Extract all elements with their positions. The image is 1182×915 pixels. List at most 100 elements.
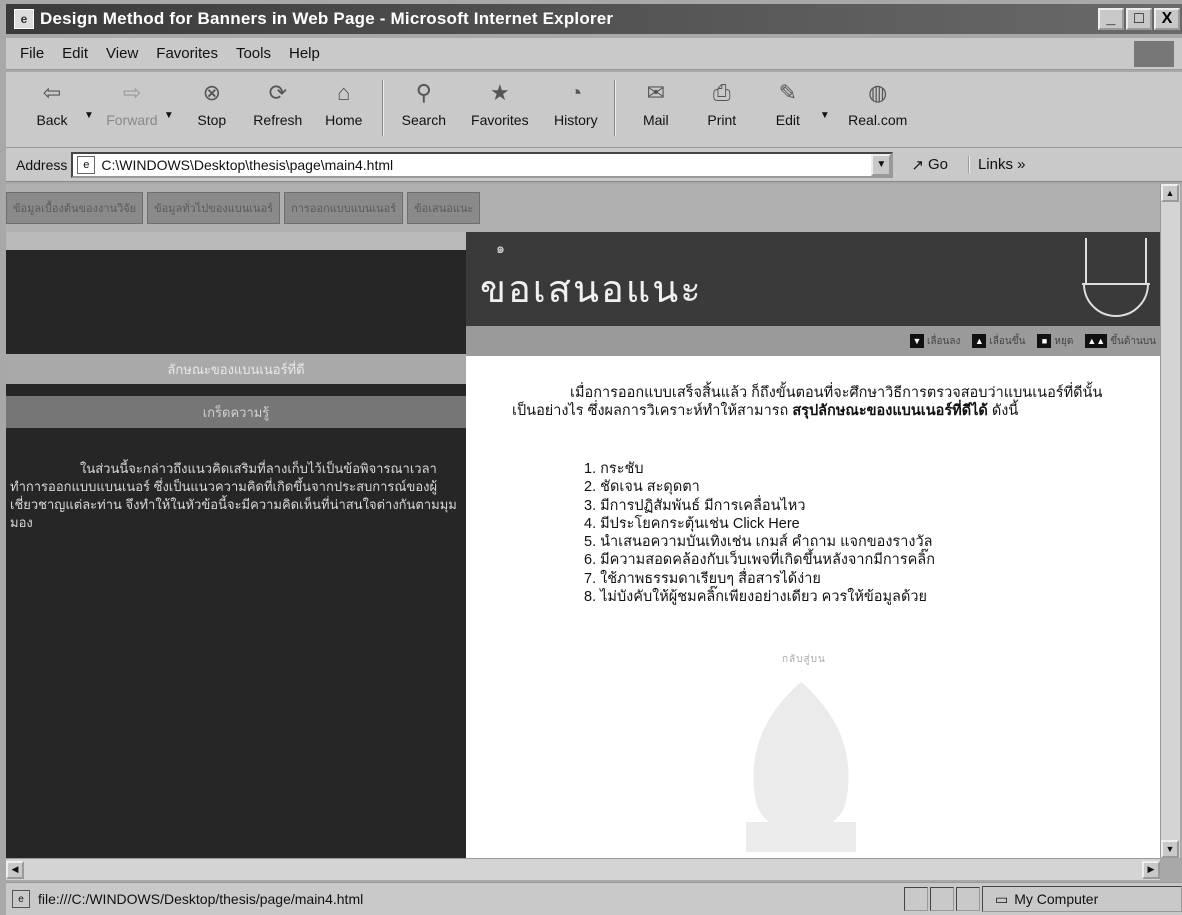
edit-dropdown-icon[interactable]: ▼ (820, 110, 830, 121)
edit-icon: ✎ (778, 80, 798, 105)
realcom-label: Real.com (848, 112, 908, 128)
list-item: 4. มีประโยคกระตุ้นเช่น Click Here (584, 515, 800, 532)
address-bar: Address e C:\WINDOWS\Desktop\thesis\page… (6, 148, 1182, 182)
search-button[interactable]: ⚲ Search (392, 72, 456, 144)
back-button[interactable]: ⇦ Back (20, 72, 84, 144)
good-banner-link[interactable]: ลักษณะของแบนเนอร์ที่ดี (6, 354, 466, 384)
address-dropdown-icon[interactable]: ▼ (871, 153, 892, 176)
favorites-label: Favorites (471, 112, 529, 128)
go-label: Go (927, 156, 948, 173)
status-cell (904, 887, 928, 911)
window-title: Design Method for Banners in Web Page - … (40, 9, 614, 28)
scroll-down-arrow-icon[interactable]: ▼ (1161, 840, 1179, 858)
scroll-up-label: เลื่อนขึ้น (989, 335, 1026, 347)
history-button[interactable]: ◔ History (544, 72, 608, 144)
scroll-top-control[interactable]: ▲▲ ขึ้นด้านบน (1085, 334, 1156, 349)
realcom-button[interactable]: ◍ Real.com (836, 72, 920, 144)
left-pane: ลักษณะของแบนเนอร์ที่ดี เกร็ดความรู้ ในส่… (6, 232, 466, 858)
menu-tools[interactable]: Tools (236, 45, 271, 62)
minimize-button[interactable]: _ (1098, 8, 1124, 30)
status-cell (956, 887, 980, 911)
address-label: Address (16, 156, 68, 173)
mail-label: Mail (642, 112, 669, 128)
horizontal-scrollbar[interactable]: ◀ ▶ (6, 858, 1160, 880)
menu-view[interactable]: View (106, 45, 138, 62)
page-icon: e (77, 155, 96, 174)
forward-dropdown-icon[interactable]: ▼ (164, 110, 174, 121)
print-label: Print (707, 112, 737, 128)
status-bar: e file:///C:/WINDOWS/Desktop/thesis/page… (6, 882, 1182, 915)
scroll-right-arrow-icon[interactable]: ▶ (1142, 860, 1160, 879)
favorites-button[interactable]: ★ Favorites (458, 72, 542, 144)
page-viewport: ข้อมูลเบื้องต้นของงานวิจัย ข้อมูลทั่วไปข… (6, 184, 1160, 858)
left-top-strip (6, 232, 466, 250)
edit-button[interactable]: ✎ Edit (756, 72, 820, 144)
print-button[interactable]: ⎙ Print (690, 72, 754, 144)
refresh-button[interactable]: ⟳ Refresh (246, 72, 310, 144)
header-mark: ๑ (496, 240, 505, 256)
maximize-button[interactable]: □ (1126, 8, 1152, 30)
menu-edit[interactable]: Edit (62, 45, 88, 62)
forward-button[interactable]: ⇨ Forward (100, 72, 164, 144)
computer-icon: ▭ (995, 890, 1009, 907)
list-item: 5. นำเสนอความบันเทิงเช่น เกมส์ คำถาม แจก… (584, 534, 933, 551)
left-description: ในส่วนนี้จะกล่าวถึงแนวคิดเสริมที่ลางเก็บ… (10, 461, 457, 530)
site-nav: ข้อมูลเบื้องต้นของงานวิจัย ข้อมูลทั่วไปข… (6, 184, 1160, 232)
toolbar-separator (613, 80, 616, 136)
edit-label: Edit (775, 112, 800, 128)
mail-button[interactable]: ✉ Mail (624, 72, 688, 144)
scroll-down-label: เลื่อนลง (926, 335, 961, 347)
favorites-icon: ★ (489, 80, 510, 105)
printer-icon: ⎙ (713, 80, 731, 105)
realcom-icon: ◍ (868, 80, 888, 105)
toolbar-separator (381, 80, 384, 136)
nav-tab-banner-general[interactable]: ข้อมูลทั่วไปของแบนเนอร์ (147, 192, 281, 224)
nav-tab-research-info[interactable]: ข้อมูลเบื้องต้นของงานวิจัย (6, 192, 144, 224)
vertical-scrollbar[interactable]: ▲ ▼ (1160, 184, 1180, 858)
stop-scroll-control[interactable]: ■ หยุด (1037, 334, 1073, 349)
page-done-icon: e (12, 890, 30, 908)
menu-help[interactable]: Help (289, 45, 320, 62)
list-item: 8. ไม่บังคับให้ผู้ชมคลิ๊กเพียงอย่างเดียว… (584, 589, 928, 606)
home-label: Home (325, 112, 363, 128)
scroll-up-arrow-icon[interactable]: ▲ (1161, 184, 1179, 202)
scroll-left-arrow-icon[interactable]: ◀ (6, 860, 24, 879)
forward-label: Forward (106, 112, 158, 128)
list-item: 2. ชัดเจน สะดุดตา (584, 479, 700, 496)
criteria-list: 1. กระชับ 2. ชัดเจน สะดุดตา 3. มีการปฏิส… (584, 460, 935, 606)
mail-icon: ✉ (646, 80, 666, 105)
home-button[interactable]: ⌂ Home (312, 72, 376, 144)
close-button[interactable]: X (1154, 8, 1180, 30)
back-arrow-icon: ⇦ (42, 80, 62, 105)
stop-button[interactable]: ⊗ Stop (180, 72, 244, 144)
list-item: 7. ใช้ภาพธรรมดาเรียบๆ สื่อสารได้ง่าย (584, 570, 821, 587)
intro-paragraph: เมื่อการออกแบบเสร็จสิ้นแล้ว ก็ถึงขั้นตอน… (512, 384, 1118, 420)
scroll-down-icon: ▼ (909, 334, 924, 348)
history-icon: ◔ (569, 80, 583, 105)
menu-favorites[interactable]: Favorites (156, 45, 218, 62)
address-value[interactable]: C:\WINDOWS\Desktop\thesis\page\main4.htm… (101, 157, 871, 173)
refresh-icon: ⟳ (268, 80, 288, 105)
stop-label: Stop (197, 112, 227, 128)
scroll-down-control[interactable]: ▼ เลื่อนลง (909, 334, 961, 349)
stop-icon: ⊗ (202, 80, 222, 105)
address-input[interactable]: e C:\WINDOWS\Desktop\thesis\page\main4.h… (71, 151, 894, 178)
ie-logo-icon: e (14, 9, 34, 29)
search-icon: ⚲ (415, 80, 432, 105)
menu-file[interactable]: File (20, 45, 44, 62)
nav-tab-banner-design[interactable]: การออกแบบแบนเนอร์ (284, 192, 404, 224)
section-header: ๑ ขอเสนอแนะ (466, 232, 1160, 326)
intro-end: ดังนี้ (987, 403, 1019, 419)
go-button[interactable]: ↗ Go (911, 156, 948, 174)
forward-arrow-icon: ⇨ (122, 80, 142, 105)
intro-text: เมื่อการออกแบบเสร็จสิ้นแล้ว ก็ถึงขั้นตอน… (512, 384, 1118, 420)
back-dropdown-icon[interactable]: ▼ (84, 110, 94, 121)
tips-link[interactable]: เกร็ดความรู้ (6, 396, 466, 428)
scroll-up-icon: ▲ (972, 334, 987, 348)
links-button[interactable]: Links » (967, 156, 1025, 173)
scroll-top-label: ขึ้นด้านบน (1110, 335, 1156, 347)
scroll-up-control[interactable]: ▲ เลื่อนขึ้น (972, 334, 1025, 349)
nav-tab-suggestions[interactable]: ข้อเสนอแนะ (407, 192, 481, 224)
university-seal-watermark (746, 682, 856, 852)
title-bar: e Design Method for Banners in Web Page … (6, 4, 1182, 34)
